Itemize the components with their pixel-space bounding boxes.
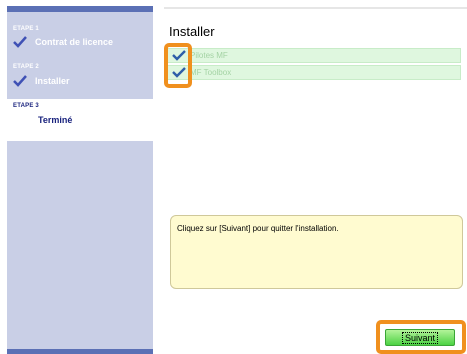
- step-label: Installer: [35, 76, 70, 86]
- step-label: Contrat de licence: [35, 37, 114, 47]
- step-number: ETAPE 2: [13, 64, 39, 70]
- message-text: Cliquez sur [Suivant] pour quitter l'ins…: [177, 224, 339, 233]
- highlight-box: [376, 320, 466, 354]
- list-item: MF Toolbox: [167, 65, 461, 80]
- step-row: Contrat de licence: [13, 36, 113, 48]
- step-row: Installer: [13, 75, 70, 87]
- steps-sidebar: ETAPE 1 Contrat de licence ETAPE 2 Insta…: [7, 12, 153, 349]
- checkmark-icon: [13, 36, 27, 48]
- step-number: ETAPE 1: [13, 26, 39, 32]
- item-label: Pilotes MF: [190, 51, 228, 60]
- checkmark-icon: [13, 75, 27, 87]
- page-title: Installer: [169, 24, 215, 39]
- header-divider: [164, 7, 467, 9]
- item-label: MF Toolbox: [190, 68, 232, 77]
- component-list: Pilotes MF MF Toolbox: [167, 48, 461, 82]
- sidebar-bottom-bar: [7, 349, 153, 354]
- message-box: Cliquez sur [Suivant] pour quitter l'ins…: [170, 215, 463, 289]
- sidebar-step-finished: ETAPE 3 Terminé: [7, 99, 153, 141]
- step-number: ETAPE 3: [13, 103, 39, 109]
- step-label: Terminé: [38, 115, 73, 125]
- list-item: Pilotes MF: [167, 48, 461, 63]
- highlight-box: [164, 43, 192, 88]
